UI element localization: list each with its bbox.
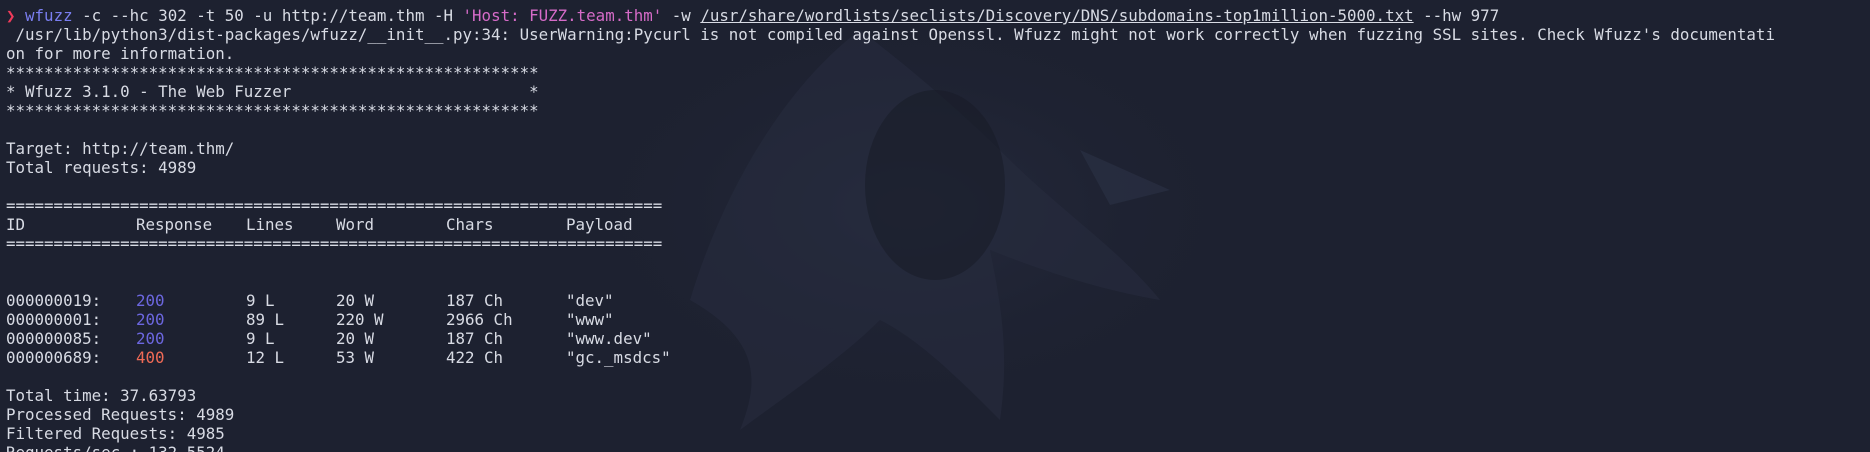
table-row: 000000085: 200 9 L 20 W 187 Ch "www.dev" [6,329,1870,348]
row-lines: 12 L [246,348,285,367]
wordlist-path[interactable]: /usr/share/wordlists/seclists/Discovery/… [700,6,1413,25]
row-response: 200 [136,329,165,348]
command-line: ❯ wfuzz -c --hc 302 -t 50 -u http://team… [6,6,1870,25]
row-chars: 187 Ch [446,329,504,348]
command-header-string: 'Host: FUZZ.team.thm' [462,6,663,25]
command-program: wfuzz [25,6,73,25]
row-chars: 422 Ch [446,348,504,367]
warning-line-2: on for more information. [6,44,235,63]
banner-border-bottom: ****************************************… [6,101,539,120]
summary-total-time: Total time: 37.63793 [6,386,197,405]
row-word: 53 W [336,348,375,367]
row-response: 200 [136,310,165,329]
table-row: 000000001: 200 89 L 220 W 2966 Ch "www" [6,310,1870,329]
command-wordlist-flag: -w [662,6,701,25]
row-word: 20 W [336,329,375,348]
terminal-output: ❯ wfuzz -c --hc 302 -t 50 -u http://team… [6,6,1870,452]
command-args-after: --hw 977 [1413,6,1500,25]
row-word: 20 W [336,291,375,310]
header-lines: Lines [246,215,294,234]
table-row: 000000689: 400 12 L 53 W 422 Ch "gc._msdcs" [6,348,1870,367]
summary-processed: Processed Requests: 4989 [6,405,235,424]
row-chars: 187 Ch [446,291,504,310]
row-response: 400 [136,348,165,367]
header-id: ID [6,215,26,234]
table-separator-bottom: ========================================… [6,234,663,253]
row-chars: 2966 Ch [446,310,513,329]
row-id: 000000689: [6,348,102,367]
summary-rate: Requests/sec.: 132.5524 [6,443,1870,452]
total-requests-line: Total requests: 4989 [6,158,197,177]
header-response: Response [136,215,213,234]
header-word: Word [336,215,375,234]
row-id: 000000001: [6,310,102,329]
row-response: 200 [136,291,165,310]
banner-border-top: ****************************************… [6,63,539,82]
header-chars: Chars [446,215,494,234]
row-payload: "dev" [566,291,614,310]
table-separator-top: ========================================… [6,196,663,215]
row-payload: "www" [566,310,614,329]
row-word: 220 W [336,310,384,329]
row-id: 000000019: [6,291,102,310]
header-payload: Payload [566,215,633,234]
row-payload: "www.dev" [566,329,652,348]
summary-filtered: Filtered Requests: 4985 [6,424,225,443]
target-line: Target: http://team.thm/ [6,139,235,158]
banner-title: * Wfuzz 3.1.0 - The Web Fuzzer * [6,82,539,101]
row-payload: "gc._msdcs" [566,348,671,367]
row-lines: 9 L [246,329,275,348]
prompt-symbol: ❯ [6,6,16,25]
warning-line-1: /usr/lib/python3/dist-packages/wfuzz/__i… [6,25,1775,44]
command-args: -c --hc 302 -t 50 -u http://team.thm -H [72,6,463,25]
row-lines: 89 L [246,310,285,329]
table-row: 000000019: 200 9 L 20 W 187 Ch "dev" [6,291,1870,310]
row-id: 000000085: [6,329,102,348]
row-lines: 9 L [246,291,275,310]
table-header: ID Response Lines Word Chars Payload [6,215,1870,234]
